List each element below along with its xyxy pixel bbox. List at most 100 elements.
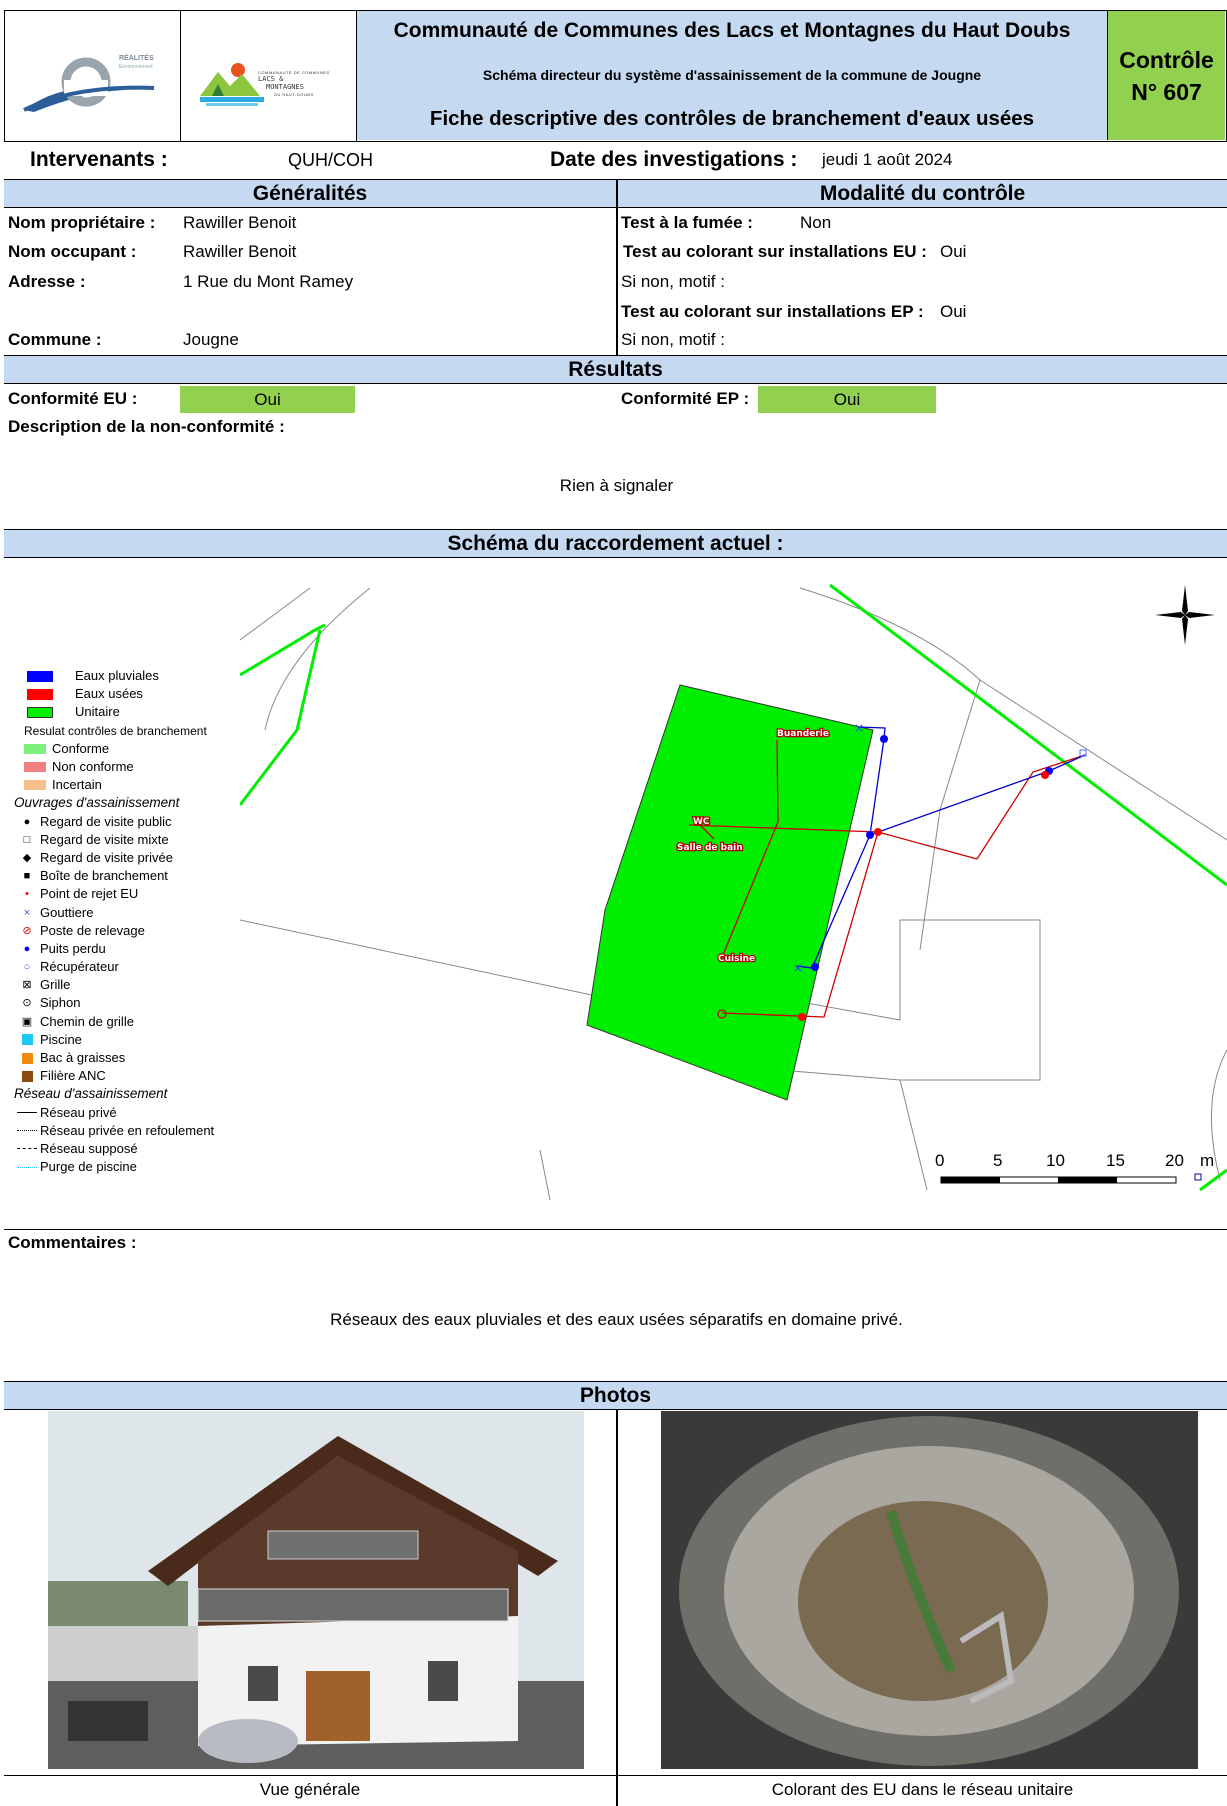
cyan-dotted-line-icon [14,1166,40,1168]
scale-5: 5 [993,1151,1002,1170]
lmhd-logo-line2: LACS & [258,75,284,83]
connection-map: × × Buanderie WC Salle de bain Cuisine 0… [240,583,1227,1201]
generalites-header: Généralités [4,179,616,208]
fumee-label: Test à la fumée : [621,213,753,232]
date-value: jeudi 1 août 2024 [822,150,953,169]
legend-item-puits-perdu: ● Puits perdu [14,940,244,958]
legend-item-recuperateur: ○ Récupérateur [14,958,244,976]
legend-item-conforme: Conforme [14,740,244,758]
label-salle-de-bain: Salle de bain [677,843,743,853]
north-arrow-icon [1155,585,1215,645]
photos-divider [616,1409,618,1806]
schema-subtitle: Schéma directeur du système d'assainisse… [482,67,982,83]
legend-item-regard-public: ● Regard de visite public [14,813,244,831]
scale-15: 15 [1106,1151,1125,1170]
document-title: Fiche descriptive des contrôles de branc… [429,107,1035,130]
blue-cross-icon: × [23,906,31,919]
adresse-label: Adresse : [8,272,86,291]
commune-value: Jougne [183,330,239,349]
legend-item-reseau-suppose: Réseau supposé [14,1140,244,1158]
conformite-eu-badge: Oui [180,386,355,413]
no-entry-icon: ⊘ [22,924,32,937]
logo-cell-realites: RÉALITÉS Environnement [4,10,181,141]
fumee-value: Non [800,213,832,232]
building-parcel [586,684,874,1101]
filled-square-icon: ■ [23,870,31,883]
logo-cell-lmhd: COMMUNAUTÉ DE COMMUNES LACS & MONTAGNES … [180,10,357,141]
legend-ouvrages-title: Ouvrages d'assainissement [14,795,180,811]
lmhd-logo-line4: DU HAUT-DOUBS [274,92,314,97]
colorant-ep-label: Test au colorant sur installations EP : [621,302,924,321]
legend-item-boite: ■ Boîte de branchement [14,867,244,885]
brown-square-icon [14,1070,40,1082]
legend-item-bac-graisses: Bac à graisses [14,1049,244,1067]
control-number-box: Contrôle N° 607 [1108,11,1225,140]
legend-item-filiere-anc: Filière ANC [14,1067,244,1085]
colorant-ep-value: Oui [940,302,967,321]
filled-circle-icon: ● [23,815,31,828]
scale-20: 20 [1165,1151,1184,1170]
caption-vue-generale: Vue générale [259,1780,361,1799]
adresse-value: 1 Rue du Mont Ramey [183,272,354,291]
colorant-eu-value: Oui [940,242,967,261]
squared-dot-icon: ▣ [21,1015,33,1028]
cyan-square-icon [14,1034,40,1046]
hollow-blue-circle-icon: ○ [23,961,31,974]
orange-square-icon [14,1052,40,1064]
legend-item-regard-mixte: □ Regard de visite mixte [14,831,244,849]
scale-unit: m [1200,1151,1214,1170]
comment-top-border [4,1229,1227,1230]
intervenants-label: Intervenants : [30,148,168,171]
commune-label: Commune : [8,330,102,349]
control-number: N° 607 [1131,79,1202,105]
commentaires-label: Commentaires : [8,1233,137,1252]
lmhd-logo-line3: MONTAGNES [266,83,304,91]
scale-10: 10 [1046,1151,1065,1170]
legend-reseau-title: Réseau d'assainissement [14,1086,168,1102]
label-wc: WC [693,817,710,827]
red-dot-icon: • [25,888,29,901]
non-conformite-label: Description de la non-conformité : [8,417,285,436]
conformite-eu-label: Conformité EU : [8,389,138,408]
legend-item-chemin-grille: ▣ Chemin de grille [14,1013,244,1031]
conformite-ep-badge: Oui [758,386,936,413]
legend-item-purge-piscine: Purge de piscine [14,1158,244,1176]
caption-colorant: Colorant des EU dans le réseau unitaire [771,1780,1074,1799]
legend-resultat-title: Resulat contrôles de branchement [24,723,207,738]
photo-manhole [661,1411,1198,1769]
blue-circle-icon: ● [23,942,31,955]
solid-line-icon [14,1112,40,1114]
realites-logo [23,57,155,112]
svg-text:×: × [793,961,803,975]
legend-item-non-conforme: Non conforme [14,758,244,776]
dashed-line-icon [14,1148,40,1150]
occupant-label: Nom occupant : [8,242,137,261]
intervenants-value: QUH/COH [288,150,373,170]
label-buanderie: Buanderie [777,729,829,739]
schema-header: Schéma du raccordement actuel : [4,529,1227,558]
legend-item-ep: Eaux pluviales [14,667,244,685]
legend-item-unitaire: Unitaire [14,703,244,721]
resultats-header: Résultats [4,355,1227,384]
legend-item-eu: Eaux usées [14,685,244,703]
legend-item-grille: ⊠ Grille [14,976,244,994]
dotted-line-icon [14,1130,40,1132]
proprietaire-value: Rawiller Benoit [183,213,297,232]
legend-item-poste-relevage: ⊘ Poste de relevage [14,922,244,940]
legend-item-rejet-eu: • Point de rejet EU [14,885,244,903]
svg-text:×: × [854,721,864,735]
legend-item-reseau-prive: Réseau privé [14,1104,244,1122]
column-divider [616,179,618,355]
realites-logo-text: RÉALITÉS [119,55,154,62]
colorant-eu-label: Test au colorant sur installations EU : [623,242,927,261]
map-legend: Eaux pluviales Eaux usées Unitaire Resul… [14,667,244,1176]
proprietaire-label: Nom propriétaire : [8,213,156,232]
circled-dot-icon: ⊙ [22,997,32,1010]
legend-item-piscine: Piscine [14,1031,244,1049]
motif-ep: Si non, motif : [621,330,725,349]
header-title-cell: Communauté de Communes des Lacs et Monta… [357,11,1108,140]
legend-item-reseau-refoulement: Réseau privée en refoulement [14,1122,244,1140]
page-bottom-rule [4,1775,1227,1776]
scale-0: 0 [935,1151,944,1170]
scale-bar: 0 5 10 15 20 m [935,1151,1214,1184]
